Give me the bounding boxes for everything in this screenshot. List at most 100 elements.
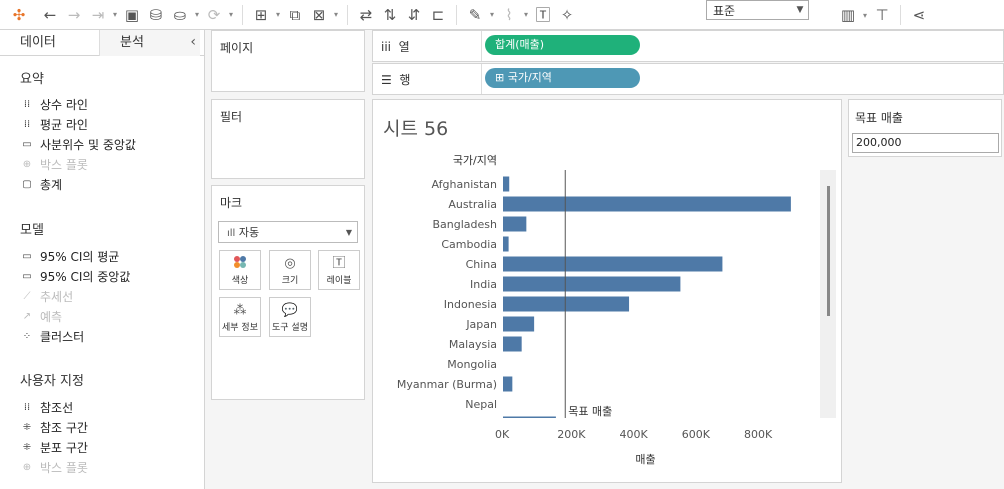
group-icon[interactable]: ⊏ — [426, 3, 450, 27]
filters-card[interactable]: 필터 — [211, 99, 365, 179]
label-button[interactable]: 🅃 레이블 — [318, 250, 360, 290]
tab-data[interactable]: 데이터 — [0, 30, 100, 56]
swap-icon[interactable]: ⇄ — [354, 3, 378, 27]
rows-pill[interactable]: ⊞ 국가/지역 — [485, 68, 640, 88]
new-datasource-icon[interactable]: ⛁ — [144, 3, 168, 27]
tooltip-icon: 💬 — [281, 302, 299, 318]
bar[interactable] — [503, 196, 791, 212]
clip-caret-icon[interactable]: ▾ — [521, 10, 531, 19]
bar[interactable] — [503, 416, 556, 432]
presentation-icon[interactable]: ⊤ — [870, 3, 894, 27]
pause-caret-icon[interactable]: ▾ — [192, 10, 202, 19]
item-label: 총계 — [40, 177, 63, 192]
row-header: 국가/지역 — [453, 154, 497, 167]
item-cluster[interactable]: ⁘ 클러스터 — [20, 326, 84, 346]
columns-pill[interactable]: 합계(매출) — [485, 35, 640, 55]
bar[interactable] — [503, 376, 513, 392]
item-forecast[interactable]: ↗ 예측 — [20, 306, 62, 326]
highlight-icon[interactable]: ✎ — [463, 3, 487, 27]
size-button[interactable]: ◎ 크기 — [269, 250, 311, 290]
item-constant-line[interactable]: ⁞⁞ 상수 라인 — [20, 94, 88, 114]
parameter-title: 목표 매출 — [855, 111, 903, 125]
replay-icon[interactable]: ⇥ — [86, 3, 110, 27]
category-label: Japan — [465, 318, 497, 331]
item-median-ci[interactable]: ▭ 95% CI의 중앙값 — [20, 266, 130, 286]
duplicate-icon[interactable]: ⧉ — [283, 3, 307, 27]
item-box-plot-custom[interactable]: ⊕ 박스 플롯 — [20, 457, 88, 477]
share-icon[interactable]: ⋖ — [907, 3, 931, 27]
fit-dropdown[interactable]: 표준 ▼ — [706, 0, 809, 20]
color-button[interactable]: 색상 — [219, 250, 261, 290]
item-label: 평균 라인 — [40, 117, 88, 132]
toolbar-divider — [900, 5, 901, 25]
size-label: 크기 — [281, 275, 299, 286]
pin-icon[interactable]: ✧ — [555, 3, 579, 27]
clear-icon[interactable]: ⊠ — [307, 3, 331, 27]
bar[interactable] — [503, 296, 630, 312]
rows-shelf[interactable]: ☰ 행 ⊞ 국가/지역 — [372, 63, 1004, 95]
pages-card[interactable]: 페이지 — [211, 30, 365, 92]
tab-analytics[interactable]: 분석 — [100, 30, 200, 56]
save-icon[interactable]: ▣ — [120, 3, 144, 27]
worksheet: 시트 56 국가/지역 Afghanistan Australia Banglades… — [372, 99, 842, 483]
undo-icon[interactable]: ← — [38, 3, 62, 27]
rows-icon: ☰ — [381, 73, 392, 87]
sort-descending-icon[interactable]: ⇵ — [402, 3, 426, 27]
sort-ascending-icon[interactable]: ⇅ — [378, 3, 402, 27]
marks-card: 마크 ıll 자동 ▼ 색상 ◎ 크기 🅃 레이블 ⁂ 세부 정보 💬 도구 설… — [211, 185, 365, 400]
bar[interactable] — [503, 276, 681, 292]
collapse-icon[interactable]: ‹ — [190, 34, 196, 50]
clip-icon[interactable]: ⌇ — [497, 3, 521, 27]
new-worksheet-caret-icon[interactable]: ▾ — [273, 10, 283, 19]
highlight-caret-icon[interactable]: ▾ — [487, 10, 497, 19]
category-label: Myanmar (Burma) — [397, 378, 497, 391]
rows-label: 행 — [399, 73, 411, 87]
item-reference-line[interactable]: ⁞⁞ 참조선 — [20, 397, 73, 417]
bar[interactable] — [503, 236, 509, 252]
detail-button[interactable]: ⁂ 세부 정보 — [219, 297, 261, 337]
item-label: 예측 — [40, 309, 63, 324]
new-worksheet-icon[interactable]: ⊞ — [249, 3, 273, 27]
bar[interactable] — [503, 216, 527, 232]
show-me-caret-icon[interactable]: ▾ — [860, 11, 870, 20]
item-trend-line[interactable]: ⟋ 추세선 — [20, 286, 74, 306]
item-label: 클러스터 — [40, 329, 85, 344]
mark-type-dropdown[interactable]: ıll 자동 ▼ — [218, 221, 358, 243]
bar[interactable] — [503, 316, 535, 332]
chevron-down-icon: ▼ — [345, 227, 353, 237]
tooltip-button[interactable]: 💬 도구 설명 — [269, 297, 311, 337]
item-average-ci[interactable]: ▭ 95% CI의 평균 — [20, 246, 119, 266]
item-median-quartiles[interactable]: ▭ 사분위수 및 중앙값 — [20, 134, 136, 154]
parameter-input[interactable]: 200,000 — [852, 133, 999, 153]
reference-line-icon: ⁞⁞ — [23, 401, 31, 413]
category-label: Mongolia — [447, 358, 497, 371]
redo-icon[interactable]: → — [62, 3, 86, 27]
bar[interactable] — [503, 176, 510, 192]
columns-icon: iii — [381, 40, 392, 54]
refresh-caret-icon[interactable]: ▾ — [226, 10, 236, 19]
item-average-line[interactable]: ⁞⁞ 평균 라인 — [20, 114, 88, 134]
category-label: New Zealand — [425, 418, 497, 431]
ci-icon: ▭ — [22, 250, 32, 262]
bar[interactable] — [503, 336, 522, 352]
item-label: 참조선 — [40, 400, 74, 415]
bars-group: Afghanistan Australia Bangladesh Cambodia Ch… — [397, 176, 791, 432]
show-me-icon[interactable]: ▥ — [836, 3, 860, 27]
category-label: Australia — [448, 198, 497, 211]
category-label: Cambodia — [441, 238, 497, 251]
item-label: 사분위수 및 중앙값 — [40, 137, 136, 152]
scrollbar-thumb — [827, 186, 830, 316]
item-reference-band[interactable]: ⁜ 참조 구간 — [20, 417, 88, 437]
columns-shelf[interactable]: iii 열 합계(매출) — [372, 30, 1004, 62]
item-distribution-band[interactable]: ⁜ 분포 구간 — [20, 437, 88, 457]
item-totals[interactable]: ▢ 총계 — [20, 174, 62, 194]
replay-caret-icon[interactable]: ▾ — [110, 10, 120, 19]
label-icon[interactable]: 🅃 — [531, 3, 555, 27]
toolbar-divider — [456, 4, 457, 25]
bar[interactable] — [503, 256, 723, 272]
clear-caret-icon[interactable]: ▾ — [331, 10, 341, 19]
item-box-plot[interactable]: ⊕ 박스 플롯 — [20, 154, 88, 174]
tableau-logo-icon[interactable]: ✣ — [0, 3, 38, 27]
refresh-icon[interactable]: ⟳ — [202, 3, 226, 27]
pause-update-icon[interactable]: ⛀ — [168, 3, 192, 27]
